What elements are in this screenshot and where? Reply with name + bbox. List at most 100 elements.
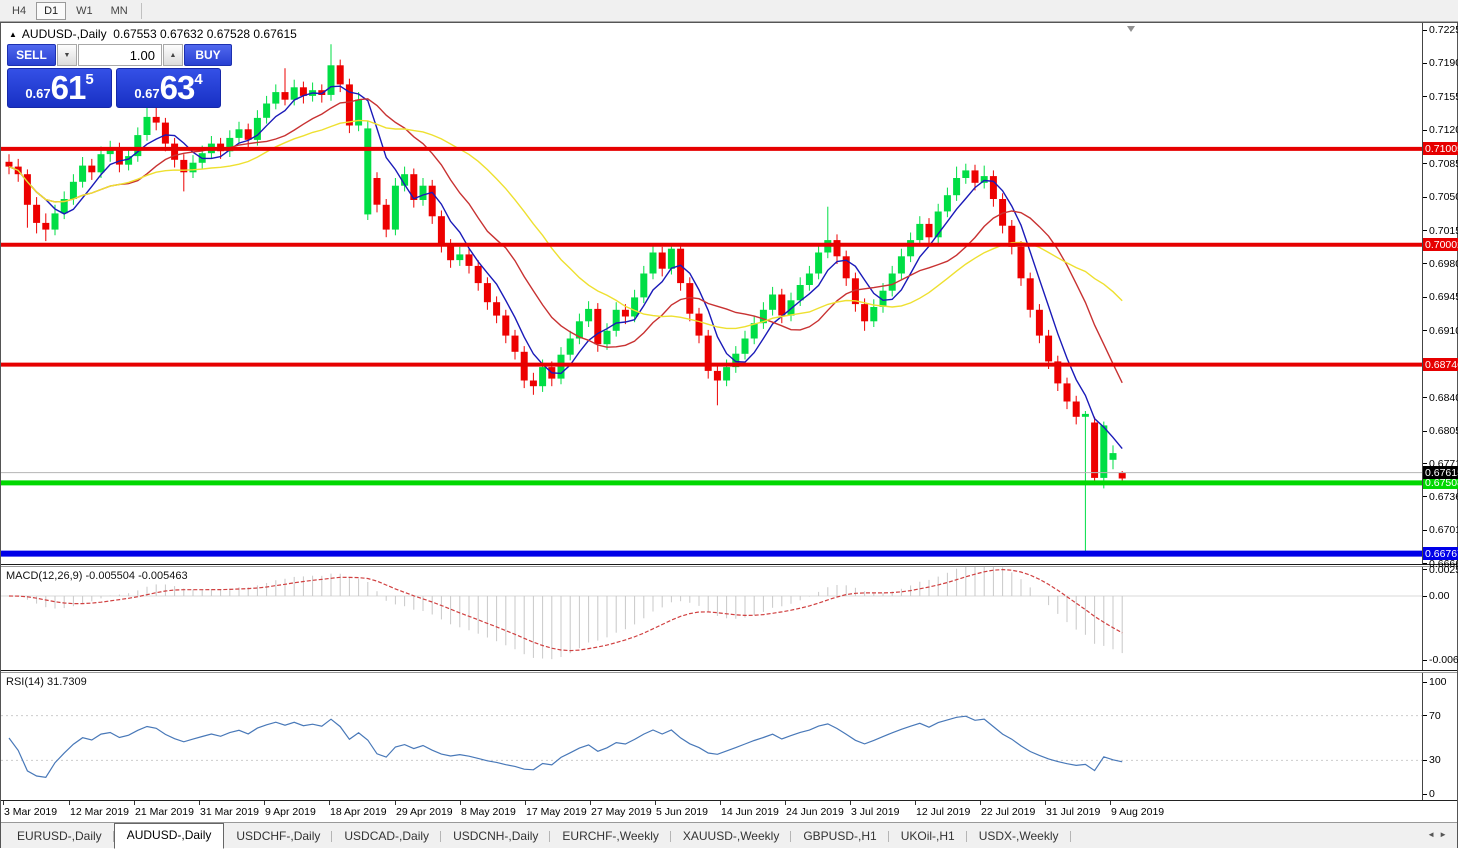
date-tick-mark	[199, 801, 200, 805]
date-tick-mark	[720, 801, 721, 805]
date-axis[interactable]: 3 Mar 2019 12 Mar 2019 21 Mar 2019 31 Mar 2…	[1, 800, 1457, 822]
macd-tick: -0.00632	[1423, 654, 1458, 666]
timeframe-button-h4[interactable]: H4	[4, 2, 34, 20]
date-tick-mark	[655, 801, 656, 805]
symbol-tab-audusd[interactable]: AUDUSD-,Daily	[113, 823, 225, 849]
rsi-label: RSI(14) 31.7309	[6, 676, 87, 688]
price-tick: 0.70500	[1423, 191, 1458, 203]
tab-scroll-arrows: ◄►	[1427, 830, 1451, 839]
chart-ohlc-values: 0.67553 0.67632 0.67528 0.67615	[113, 27, 297, 41]
sell-price-tile[interactable]: 0.67 61 5	[7, 68, 112, 108]
buy-price-prefix: 0.67	[134, 85, 160, 101]
price-level-label: 0.67615	[1423, 466, 1458, 480]
price-tick: 0.70150	[1423, 225, 1458, 237]
date-tick-mark	[264, 801, 265, 805]
volume-input[interactable]	[78, 44, 162, 66]
rsi-panel: RSI(14) 31.7309 100 70 30 0	[1, 673, 1457, 800]
volume-decrease-button[interactable]: ▼	[57, 44, 77, 66]
symbol-tab-xauusd[interactable]: XAUUSD-,Weekly	[671, 825, 792, 848]
tab-scroll-right-icon[interactable]: ►	[1439, 830, 1451, 839]
timeframe-button-d1[interactable]: D1	[36, 1, 67, 20]
date-tick-mark	[1110, 801, 1111, 805]
sell-price-big: 61	[50, 69, 87, 106]
volume-increase-button[interactable]: ▲	[163, 44, 183, 66]
date-tick-label: 17 May 2019	[526, 806, 587, 818]
price-tick: 0.71550	[1423, 91, 1458, 103]
date-tick-label: 22 Jul 2019	[981, 806, 1036, 818]
symbol-tab-eurchf[interactable]: EURCHF-,Weekly	[550, 825, 672, 848]
date-tick-label: 12 Mar 2019	[70, 806, 129, 818]
date-tick-label: 24 Jun 2019	[786, 806, 844, 818]
main-chart-plot[interactable]: ▲ AUDUSD-,Daily 0.67553 0.67632 0.67528 0…	[1, 23, 1422, 564]
date-tick-mark	[3, 801, 4, 805]
price-tick: 0.67010	[1423, 524, 1458, 536]
date-tick-label: 21 Mar 2019	[135, 806, 194, 818]
collapse-triangle-icon[interactable]: ▲	[9, 30, 17, 39]
price-level-label: 0.68746	[1423, 358, 1458, 372]
timeframe-button-w1[interactable]: W1	[68, 2, 101, 20]
date-tick-label: 5 Jun 2019	[656, 806, 708, 818]
one-click-trade-panel: SELL ▼ ▲ BUY 0.67 61 5 0.67 63 4	[7, 44, 233, 108]
date-tick-mark	[1045, 801, 1046, 805]
symbol-tab-usdcad[interactable]: USDCAD-,Daily	[332, 825, 441, 848]
main-chart-panel: ▲ AUDUSD-,Daily 0.67553 0.67632 0.67528 0…	[1, 23, 1458, 570]
date-tick-label: 3 Jul 2019	[851, 806, 900, 818]
date-tick-mark	[460, 801, 461, 805]
chart-shift-icon[interactable]	[1127, 26, 1135, 32]
buy-price-big: 63	[159, 69, 196, 106]
price-tick: 0.68400	[1423, 392, 1458, 404]
rsi-tick: 100	[1423, 676, 1447, 688]
sell-price-prefix: 0.67	[25, 85, 51, 101]
date-tick-label: 8 May 2019	[461, 806, 516, 818]
date-tick-mark	[850, 801, 851, 805]
chart-title: ▲ AUDUSD-,Daily 0.67553 0.67632 0.67528 0…	[9, 27, 297, 41]
symbol-tab-usdchf[interactable]: USDCHF-,Daily	[224, 825, 333, 848]
date-tick-label: 29 Apr 2019	[396, 806, 453, 818]
sell-price-sup: 5	[85, 71, 94, 88]
symbol-tab-ukoil[interactable]: UKOil-,H1	[889, 825, 967, 848]
symbol-tab-usdx[interactable]: USDX-,Weekly	[967, 825, 1071, 848]
chart-window: ▲ AUDUSD-,Daily 0.67553 0.67632 0.67528 0…	[0, 22, 1458, 849]
date-tick-label: 31 Jul 2019	[1046, 806, 1101, 818]
tab-scroll-left-icon[interactable]: ◄	[1427, 830, 1439, 839]
date-tick-mark	[785, 801, 786, 805]
symbol-tab-eurusd[interactable]: EURUSD-,Daily	[5, 825, 114, 848]
macd-values: -0.005504 -0.005463	[85, 570, 188, 582]
price-tick: 0.69800	[1423, 258, 1458, 270]
date-tick-label: 9 Aug 2019	[1111, 806, 1165, 818]
buy-button[interactable]: BUY	[184, 44, 232, 66]
rsi-plot[interactable]: RSI(14) 31.7309	[1, 673, 1422, 800]
rsi-canvas[interactable]	[1, 673, 1422, 800]
candles	[5, 44, 1126, 553]
rsi-tick: 30	[1423, 754, 1441, 766]
date-tick-label: 31 Mar 2019	[200, 806, 259, 818]
symbol-tab-gbpusd[interactable]: GBPUSD-,H1	[791, 825, 890, 848]
date-tick-mark	[69, 801, 70, 805]
buy-price-tile[interactable]: 0.67 63 4	[116, 68, 221, 108]
price-tick: 0.72250	[1423, 24, 1458, 36]
date-tick-mark	[525, 801, 526, 805]
rsi-tick: 0	[1423, 788, 1435, 800]
price-tick: 0.71200	[1423, 124, 1458, 136]
rsi-value: 31.7309	[46, 676, 87, 688]
price-level-label: 0.66767	[1423, 547, 1458, 561]
date-tick-mark	[395, 801, 396, 805]
buy-price-sup: 4	[194, 71, 203, 88]
price-tick: 0.67360	[1423, 491, 1458, 503]
chart-symbol-label: AUDUSD-,Daily	[21, 27, 107, 41]
symbol-tab-usdcnh[interactable]: USDCNH-,Daily	[441, 825, 551, 848]
sell-button[interactable]: SELL	[7, 44, 56, 66]
date-tick-label: 3 Mar 2019	[4, 806, 58, 818]
symbol-tab-bar: EURUSD-,Daily AUDUSD-,Daily USDCHF-,Daily U…	[1, 822, 1457, 849]
date-tick-mark	[590, 801, 591, 805]
price-tick: 0.70850	[1423, 158, 1458, 170]
macd-plot[interactable]: MACD(12,26,9) -0.005504 -0.005463	[1, 567, 1422, 670]
rsi-tick: 70	[1423, 710, 1441, 722]
date-tick-label: 12 Jul 2019	[916, 806, 971, 818]
rsi-line	[8, 715, 1123, 778]
macd-canvas[interactable]	[1, 567, 1422, 670]
macd-axis: 0.002574 0.00 -0.00632	[1422, 564, 1458, 670]
price-axis: 0.72250 0.71900 0.71550 0.71200 0.70850 0.705…	[1422, 23, 1458, 570]
timeframe-button-mn[interactable]: MN	[103, 2, 136, 20]
date-tick-mark	[980, 801, 981, 805]
